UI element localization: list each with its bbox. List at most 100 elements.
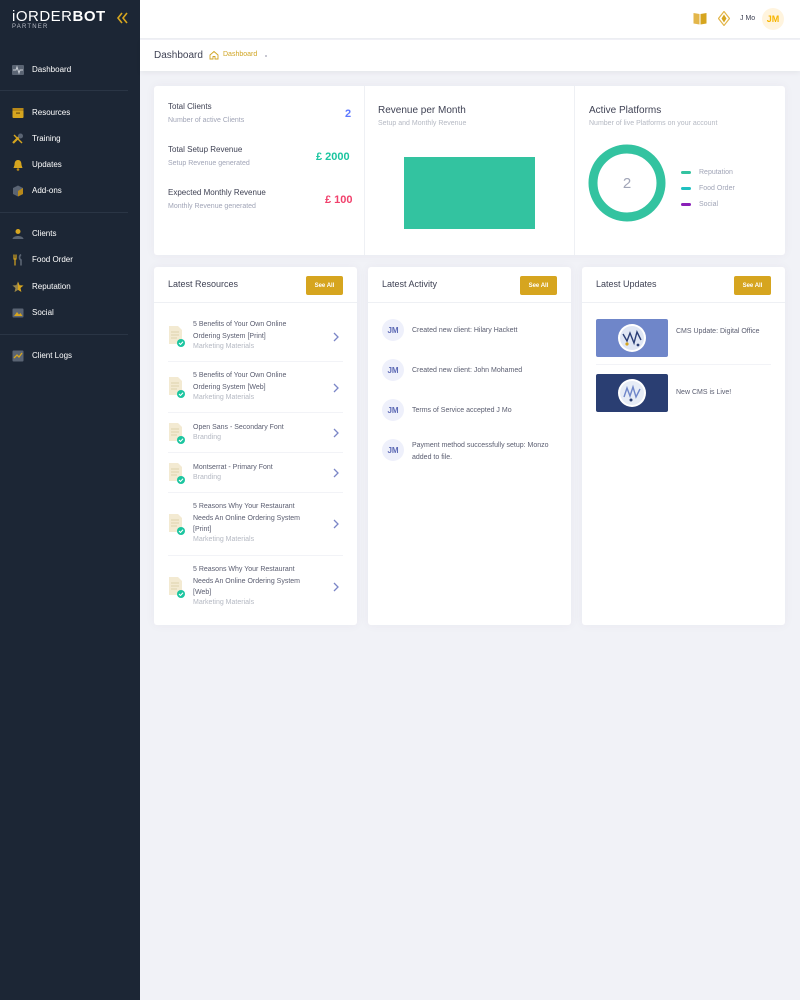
chevron-right-icon bbox=[333, 383, 339, 393]
sidebar-item-label: Dashboard bbox=[32, 65, 72, 74]
compass-icon[interactable] bbox=[718, 11, 730, 26]
activity-item[interactable]: JM Created new client: John Mohamed bbox=[382, 359, 557, 383]
sidebar-item-reputation[interactable]: Reputation bbox=[0, 275, 140, 299]
tools-icon bbox=[12, 133, 23, 144]
log-icon bbox=[12, 350, 24, 362]
bell-icon bbox=[13, 160, 23, 171]
stat-title: Total Setup Revenue bbox=[168, 145, 243, 154]
list-item[interactable]: 5 Benefits of Your Own Online Ordering S… bbox=[168, 370, 343, 413]
update-thumbnail-image bbox=[596, 319, 668, 357]
sidebar-item-label: Client Logs bbox=[32, 351, 73, 360]
sidebar-item-social[interactable]: Social bbox=[0, 301, 140, 325]
sidebar-item-label: Resources bbox=[32, 108, 71, 117]
platforms-title: Active Platforms bbox=[589, 105, 662, 116]
breadcrumb-separator bbox=[265, 55, 267, 57]
user-name[interactable]: J Mo bbox=[740, 15, 755, 22]
activity-icon bbox=[12, 65, 24, 75]
update-item[interactable]: CMS Update: Digital Office bbox=[596, 319, 771, 365]
brand-logo[interactable]: iORDERBOT PARTNER bbox=[12, 9, 122, 33]
platforms-donut-chart: 2 bbox=[588, 144, 666, 222]
activity-text: Created new client: John Mohamed bbox=[412, 367, 523, 374]
sidebar-item-resources[interactable]: Resources bbox=[0, 101, 140, 125]
sidebar-item-client-logs[interactable]: Client Logs bbox=[0, 344, 140, 368]
home-icon[interactable] bbox=[209, 50, 219, 60]
topbar: J Mo JM bbox=[140, 0, 800, 39]
list-item[interactable]: Open Sans - Secondary Font Branding bbox=[168, 422, 343, 453]
sidebar-item-clients[interactable]: Clients bbox=[0, 222, 140, 246]
chevron-right-icon bbox=[333, 332, 339, 342]
card-header: Latest Updates See All bbox=[582, 267, 785, 303]
see-all-button[interactable]: See All bbox=[520, 276, 557, 295]
sidebar-item-label: Food Order bbox=[32, 255, 73, 264]
latest-resources-card: Latest Resources See All 5 Benefits of Y… bbox=[154, 267, 357, 625]
see-all-button[interactable]: See All bbox=[306, 276, 343, 295]
revenue-title: Revenue per Month bbox=[378, 105, 466, 116]
resource-category: Marketing Materials bbox=[193, 599, 255, 606]
breadcrumb[interactable]: Dashboard bbox=[223, 51, 257, 58]
activity-item[interactable]: JM Payment method successfully setup: Mo… bbox=[382, 439, 557, 469]
star-icon bbox=[12, 281, 24, 292]
document-check-icon bbox=[169, 326, 185, 347]
sidebar-item-label: Reputation bbox=[32, 282, 71, 291]
sidebar-item-updates[interactable]: Updates bbox=[0, 153, 140, 177]
list-item[interactable]: 5 Benefits of Your Own Online Ordering S… bbox=[168, 319, 343, 362]
subheader: Dashboard Dashboard bbox=[140, 40, 800, 71]
document-check-icon bbox=[169, 377, 185, 398]
brand-sub: PARTNER bbox=[12, 24, 49, 30]
activity-item[interactable]: JM Created new client: Hilary Hackett bbox=[382, 319, 557, 343]
sidebar-item-label: Clients bbox=[32, 229, 57, 238]
nav-divider bbox=[0, 334, 128, 335]
chevron-right-icon bbox=[333, 582, 339, 592]
document-check-icon bbox=[169, 514, 185, 535]
brand-name-light: iORDER bbox=[12, 8, 73, 25]
sidebar-item-dashboard[interactable]: Dashboard bbox=[0, 58, 140, 82]
update-item[interactable]: New CMS is Live! bbox=[596, 374, 771, 412]
card-title: Latest Updates bbox=[596, 279, 657, 289]
users-icon bbox=[12, 229, 24, 239]
resource-category: Marketing Materials bbox=[193, 394, 255, 401]
legend-item-food-order: Food Order bbox=[681, 180, 735, 196]
activity-item[interactable]: JM Terms of Service accepted J Mo bbox=[382, 399, 557, 423]
legend-swatch bbox=[681, 170, 691, 174]
latest-activity-card: Latest Activity See All JM Created new c… bbox=[368, 267, 571, 625]
sidebar-item-add-ons[interactable]: Add-ons bbox=[0, 179, 140, 203]
legend-swatch bbox=[681, 186, 691, 190]
collapse-sidebar-icon[interactable] bbox=[116, 10, 128, 26]
platforms-legend: Reputation Food Order Social bbox=[681, 164, 735, 212]
avatar: JM bbox=[382, 359, 404, 381]
list-item[interactable]: Montserrat - Primary Font Branding bbox=[168, 462, 343, 493]
update-text: New CMS is Live! bbox=[676, 389, 732, 396]
revenue-bar bbox=[404, 157, 535, 229]
social-icon bbox=[12, 308, 24, 318]
card-header: Latest Resources See All bbox=[154, 267, 357, 303]
activity-text: Created new client: Hilary Hackett bbox=[412, 327, 518, 334]
stat-total-setup-revenue: Total Setup Revenue Setup Revenue genera… bbox=[168, 144, 250, 169]
column-divider bbox=[574, 86, 575, 255]
list-item[interactable]: 5 Reasons Why Your Restaurant Needs An O… bbox=[168, 564, 343, 612]
document-check-icon bbox=[169, 577, 185, 598]
resource-title: Open Sans - Secondary Font bbox=[193, 424, 284, 431]
list-item[interactable]: 5 Reasons Why Your Restaurant Needs An O… bbox=[168, 501, 343, 556]
stat-expected-monthly-revenue: Expected Monthly Revenue Monthly Revenue… bbox=[168, 187, 266, 212]
legend-item-reputation: Reputation bbox=[681, 164, 735, 180]
sidebar-item-training[interactable]: Training bbox=[0, 127, 140, 151]
cube-icon bbox=[13, 185, 23, 197]
book-icon[interactable] bbox=[693, 12, 707, 25]
activity-text: Payment method successfully setup: Monzo… bbox=[412, 442, 549, 461]
chevron-right-icon bbox=[333, 468, 339, 478]
sidebar-item-label: Updates bbox=[32, 160, 62, 169]
revenue-subtitle: Setup and Monthly Revenue bbox=[378, 120, 467, 127]
card-title: Latest Resources bbox=[168, 279, 239, 289]
user-avatar[interactable]: JM bbox=[762, 8, 784, 30]
update-text: CMS Update: Digital Office bbox=[676, 328, 760, 335]
card-header: Latest Activity See All bbox=[368, 267, 571, 303]
see-all-button[interactable]: See All bbox=[734, 276, 771, 295]
sidebar-item-food-order[interactable]: Food Order bbox=[0, 248, 140, 272]
activity-text: Terms of Service accepted J Mo bbox=[412, 407, 512, 414]
nav-divider bbox=[0, 90, 128, 91]
resource-category: Marketing Materials bbox=[193, 536, 255, 543]
resource-title: Montserrat - Primary Font bbox=[193, 464, 273, 471]
avatar: JM bbox=[382, 399, 404, 421]
stat-title: Expected Monthly Revenue bbox=[168, 188, 266, 197]
resource-title: 5 Reasons Why Your Restaurant Needs An O… bbox=[193, 503, 300, 533]
